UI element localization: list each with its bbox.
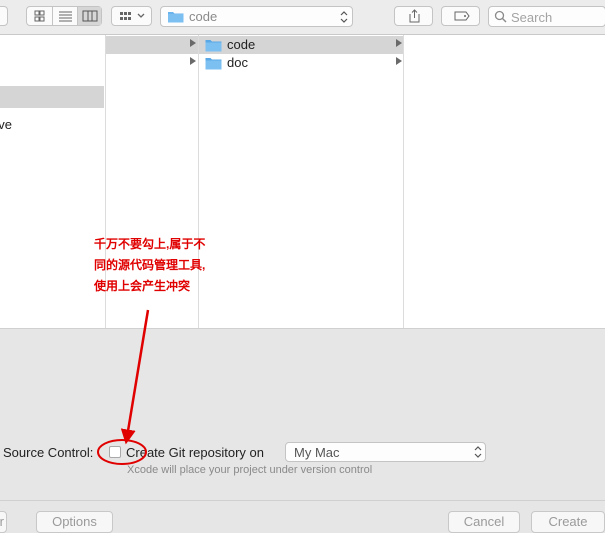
back-forward-button[interactable] bbox=[0, 6, 8, 26]
path-popup-label: code bbox=[189, 9, 218, 24]
updown-chevron-icon bbox=[340, 11, 348, 23]
list-view-button[interactable] bbox=[52, 7, 77, 25]
tag-button[interactable] bbox=[441, 6, 480, 26]
new-folder-button[interactable]: r bbox=[0, 511, 7, 533]
folder-row-code[interactable]: code bbox=[199, 36, 404, 54]
icon-view-icon bbox=[34, 10, 45, 22]
git-location-popup[interactable]: My Mac bbox=[285, 442, 486, 462]
column-row[interactable] bbox=[106, 36, 199, 54]
column-3 bbox=[403, 35, 605, 328]
column-view-icon bbox=[82, 10, 98, 22]
chevron-right-icon bbox=[0, 7, 9, 25]
footer: r Options Cancel Create bbox=[0, 500, 605, 533]
folder-icon bbox=[205, 40, 222, 52]
create-button[interactable]: Create bbox=[531, 511, 605, 533]
annotation-line: 同的源代码管理工具, bbox=[94, 258, 206, 272]
disclosure-arrow-icon bbox=[396, 57, 402, 65]
arrange-button[interactable] bbox=[111, 6, 152, 26]
share-icon bbox=[409, 9, 420, 23]
column-2: code doc bbox=[198, 35, 404, 328]
column-view-button[interactable] bbox=[77, 7, 101, 25]
share-button[interactable] bbox=[394, 6, 433, 26]
list-view-icon bbox=[59, 11, 72, 22]
options-panel: Source Control: Create Git repository on… bbox=[0, 328, 605, 501]
tag-icon bbox=[454, 11, 470, 21]
folder-row-doc[interactable]: doc bbox=[199, 54, 404, 72]
source-control-label: Source Control: bbox=[3, 445, 94, 460]
icon-view-button[interactable] bbox=[27, 7, 52, 25]
folder-icon bbox=[205, 58, 222, 70]
path-popup[interactable]: code bbox=[160, 6, 353, 27]
folder-name: doc bbox=[227, 55, 248, 70]
search-icon bbox=[494, 10, 507, 23]
options-button[interactable]: Options bbox=[36, 511, 113, 533]
file-browser: rive code doc bbox=[0, 35, 605, 328]
source-control-helper-text: Xcode will place your project under vers… bbox=[127, 464, 373, 476]
search-field[interactable] bbox=[488, 6, 605, 27]
toolbar: code bbox=[0, 0, 605, 35]
arrange-grid-icon bbox=[120, 12, 145, 20]
sidebar-item-selected[interactable] bbox=[0, 86, 104, 108]
create-git-label[interactable]: Create Git repository on bbox=[126, 445, 264, 460]
sidebar: rive bbox=[0, 35, 105, 328]
cancel-button[interactable]: Cancel bbox=[448, 511, 520, 533]
disclosure-arrow-icon bbox=[396, 39, 402, 47]
search-input[interactable] bbox=[509, 8, 605, 27]
column-row[interactable] bbox=[106, 54, 199, 72]
annotation-note: 千万不要勾上,属于不 同的源代码管理工具, 使用上会产生冲突 bbox=[94, 234, 205, 297]
updown-chevron-icon bbox=[474, 446, 482, 458]
sidebar-item-label[interactable]: rive bbox=[0, 117, 12, 132]
folder-name: code bbox=[227, 37, 256, 52]
view-mode-control[interactable] bbox=[26, 6, 102, 26]
git-location-label: My Mac bbox=[294, 445, 340, 460]
disclosure-arrow-icon bbox=[190, 57, 196, 65]
disclosure-arrow-icon bbox=[190, 39, 196, 47]
annotation-line: 千万不要勾上,属于不 bbox=[94, 237, 206, 251]
create-git-checkbox[interactable] bbox=[109, 446, 121, 458]
folder-icon bbox=[168, 12, 184, 23]
annotation-line: 使用上会产生冲突 bbox=[94, 279, 191, 293]
